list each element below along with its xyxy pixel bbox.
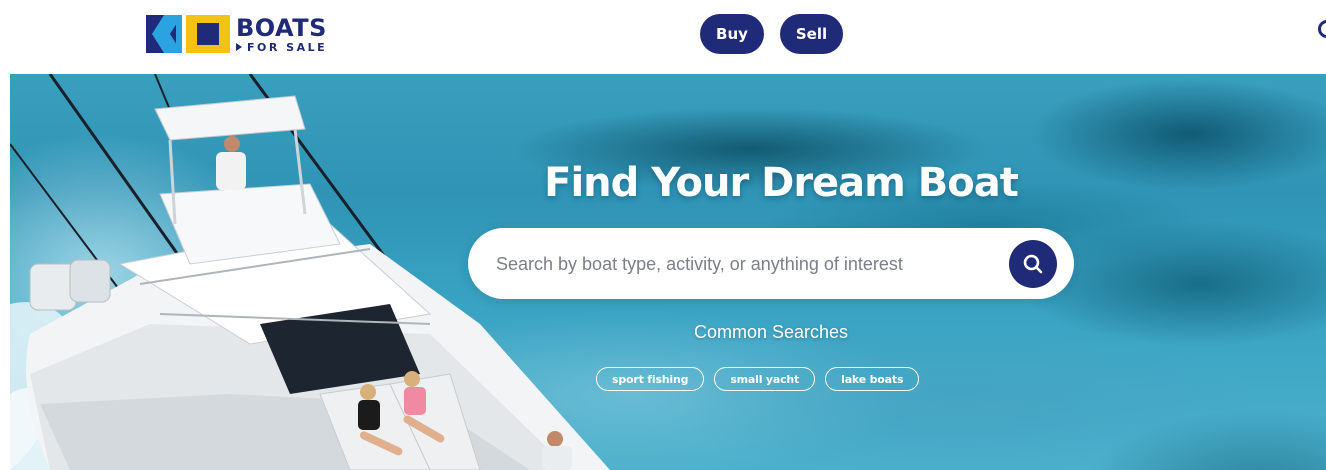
hero-banner: Find Your Dream Boat Common Searches spo…: [10, 74, 1326, 470]
logo-wordmark: BOATS: [236, 13, 327, 42]
search-icon: [1023, 254, 1043, 274]
chip-small-yacht[interactable]: small yacht: [714, 367, 816, 391]
hero-title: Find Your Dream Boat: [544, 160, 1019, 206]
search-icon[interactable]: [1318, 20, 1326, 38]
logo-tagline-text: FOR SALE: [247, 40, 328, 54]
site-header: BOATS FOR SALE Buy Sell: [0, 0, 1326, 74]
common-searches-label: Common Searches: [693, 322, 849, 342]
sell-button[interactable]: Sell: [780, 14, 843, 54]
logo-text: BOATS FOR SALE: [236, 16, 327, 53]
search-input[interactable]: [496, 246, 976, 282]
logo-tagline: FOR SALE: [236, 42, 327, 53]
hero-search-bar: [468, 228, 1074, 299]
search-button[interactable]: [1009, 240, 1057, 288]
chip-sport-fishing[interactable]: sport fishing: [596, 367, 705, 391]
common-searches-list: sport fishing small yacht lake boats: [596, 367, 920, 391]
logo-mark-icon: [146, 15, 230, 53]
play-arrow-icon: [236, 43, 242, 51]
chip-lake-boats[interactable]: lake boats: [825, 367, 920, 391]
boats-for-sale-logo[interactable]: BOATS FOR SALE: [146, 14, 327, 54]
buy-button[interactable]: Buy: [700, 14, 764, 54]
